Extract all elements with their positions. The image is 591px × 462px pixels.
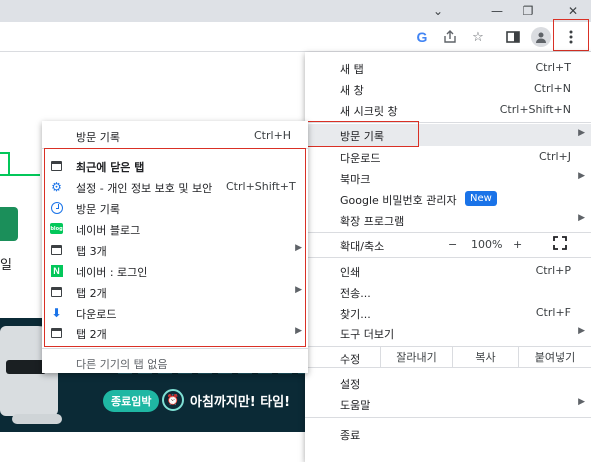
menu-item-new-tab[interactable]: 새 탭 Ctrl+T <box>305 57 591 78</box>
menu-item-new-window[interactable]: 새 창 Ctrl+N <box>305 78 591 99</box>
submenu-no-other-devices: 다른 기기의 탭 없음 <box>76 358 168 371</box>
edit-label: 수정 <box>340 353 361 366</box>
cut-button[interactable]: 잘라내기 <box>380 347 452 367</box>
history-highlight-box <box>306 121 419 147</box>
menu-item-more-tools[interactable]: 도구 더보기 ▶ <box>305 322 591 343</box>
share-icon[interactable] <box>440 27 460 47</box>
google-icon[interactable]: G <box>412 27 432 47</box>
tab-search-icon[interactable]: ⌄ <box>423 0 453 22</box>
menu-item-password-manager[interactable]: Google 비밀번호 관리자 New <box>305 188 591 209</box>
paste-button[interactable]: 붙여넣기 <box>518 347 591 367</box>
restore-icon[interactable]: ❐ <box>513 0 543 22</box>
submenu-item-history[interactable]: 방문 기록 Ctrl+H <box>42 125 308 146</box>
star-icon[interactable]: ☆ <box>468 27 488 47</box>
zoom-out-button[interactable]: − <box>448 238 457 251</box>
chevron-right-icon: ▶ <box>578 213 585 223</box>
browser-toolbar: G ☆ <box>0 22 591 52</box>
page-divider <box>0 174 40 176</box>
profile-avatar-icon[interactable] <box>531 27 551 47</box>
menu-item-cast[interactable]: 전송... <box>305 281 591 302</box>
banner-headline: 아침까지만! 타임! <box>190 395 291 410</box>
banner-stand-image <box>12 414 62 424</box>
menu-item-extensions[interactable]: 확장 프로그램 ▶ <box>305 209 591 230</box>
page-partial-text: 일 <box>0 258 12 273</box>
banner-pill: 종료임박 <box>103 390 160 412</box>
menu-item-help[interactable]: 도움말 ▶ <box>305 393 591 414</box>
copy-button[interactable]: 복사 <box>452 347 518 367</box>
minimize-icon[interactable]: — <box>482 0 512 22</box>
chevron-right-icon: ▶ <box>578 171 585 181</box>
chevron-right-icon: ▶ <box>578 397 585 407</box>
page-shortcut-icon[interactable] <box>0 207 18 241</box>
menu-item-print[interactable]: 인쇄 Ctrl+P <box>305 260 591 281</box>
menu-item-settings[interactable]: 설정 <box>305 372 591 393</box>
chrome-main-menu: 새 탭 Ctrl+T 새 창 Ctrl+N 새 시크릿 창 Ctrl+Shift… <box>305 52 591 462</box>
menu-item-bookmarks[interactable]: 북마크 ▶ <box>305 167 591 188</box>
zoom-level: 100% <box>471 238 503 251</box>
fullscreen-icon[interactable] <box>553 236 567 250</box>
menu-item-downloads[interactable]: 다운로드 Ctrl+J <box>305 146 591 167</box>
alarm-clock-icon: ⏰ <box>162 389 184 411</box>
recently-closed-highlight-box <box>44 148 306 347</box>
chevron-right-icon: ▶ <box>578 128 585 138</box>
menu-item-find[interactable]: 찾기... Ctrl+F <box>305 302 591 323</box>
zoom-in-button[interactable]: + <box>513 238 522 251</box>
menu-item-incognito[interactable]: 새 시크릿 창 Ctrl+Shift+N <box>305 99 591 120</box>
new-badge: New <box>465 191 497 206</box>
menu-edit-row: 수정 잘라내기 복사 붙여넣기 <box>305 346 591 368</box>
sidebar-icon[interactable] <box>503 27 523 47</box>
page-search-box[interactable] <box>0 152 10 176</box>
menu-item-zoom: 확대/축소 − 100% + <box>305 234 591 255</box>
window-titlebar: ⌄ — ❐ ✕ <box>0 0 591 22</box>
kebab-highlight-box <box>553 19 589 51</box>
chevron-right-icon: ▶ <box>578 326 585 336</box>
menu-item-exit[interactable]: 종료 <box>305 423 591 444</box>
